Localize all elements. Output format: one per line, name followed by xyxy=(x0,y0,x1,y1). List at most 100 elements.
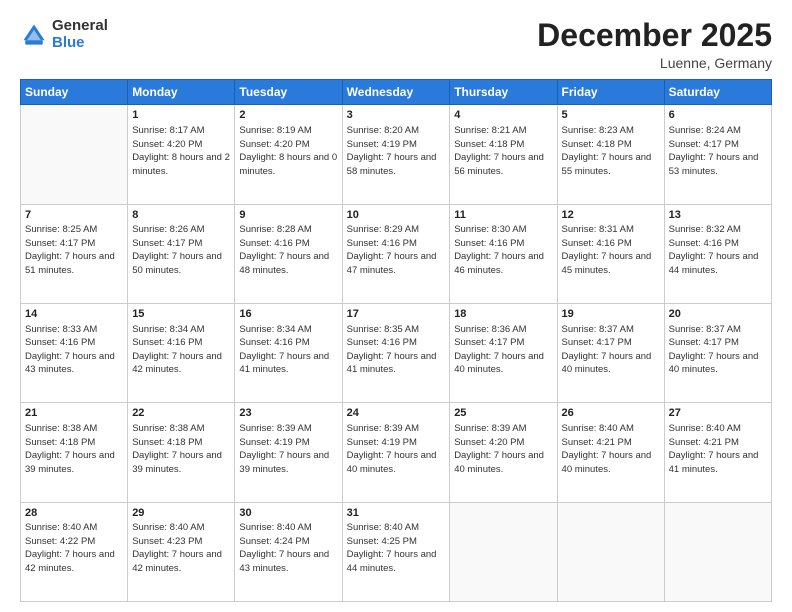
logo: General Blue xyxy=(20,18,108,51)
day-info: Sunrise: 8:40 AMSunset: 4:21 PMDaylight:… xyxy=(562,423,652,475)
day-info: Sunrise: 8:35 AMSunset: 4:16 PMDaylight:… xyxy=(347,324,437,376)
day-info: Sunrise: 8:40 AMSunset: 4:22 PMDaylight:… xyxy=(25,522,115,574)
day-header-tuesday: Tuesday xyxy=(235,80,342,105)
day-cell: 30Sunrise: 8:40 AMSunset: 4:24 PMDayligh… xyxy=(235,502,342,601)
day-info: Sunrise: 8:39 AMSunset: 4:19 PMDaylight:… xyxy=(239,423,329,475)
day-info: Sunrise: 8:17 AMSunset: 4:20 PMDaylight:… xyxy=(132,125,230,177)
day-number: 20 xyxy=(669,307,767,322)
day-info: Sunrise: 8:25 AMSunset: 4:17 PMDaylight:… xyxy=(25,224,115,276)
day-cell: 10Sunrise: 8:29 AMSunset: 4:16 PMDayligh… xyxy=(342,204,450,303)
day-number: 21 xyxy=(25,406,123,421)
day-cell: 9Sunrise: 8:28 AMSunset: 4:16 PMDaylight… xyxy=(235,204,342,303)
day-number: 25 xyxy=(454,406,552,421)
day-number: 23 xyxy=(239,406,337,421)
day-header-friday: Friday xyxy=(557,80,664,105)
day-info: Sunrise: 8:40 AMSunset: 4:21 PMDaylight:… xyxy=(669,423,759,475)
day-cell: 24 Sunrise: 8:39 AMSunset: 4:19 PMDayligh… xyxy=(342,403,450,502)
day-cell: 17 Sunrise: 8:35 AMSunset: 4:16 PMDayligh… xyxy=(342,303,450,402)
day-number: 4 xyxy=(454,108,552,123)
day-cell: 31Sunrise: 8:40 AMSunset: 4:25 PMDayligh… xyxy=(342,502,450,601)
day-cell: 18 Sunrise: 8:36 AMSunset: 4:17 PMDayligh… xyxy=(450,303,557,402)
day-info: Sunrise: 8:30 AMSunset: 4:16 PMDaylight:… xyxy=(454,224,544,276)
day-cell: 27Sunrise: 8:40 AMSunset: 4:21 PMDayligh… xyxy=(664,403,771,502)
day-number: 12 xyxy=(562,208,660,223)
day-cell: 22 Sunrise: 8:38 AMSunset: 4:18 PMDayligh… xyxy=(128,403,235,502)
day-number: 6 xyxy=(669,108,767,123)
day-info: Sunrise: 8:26 AMSunset: 4:17 PMDaylight:… xyxy=(132,224,222,276)
logo-blue: Blue xyxy=(52,34,85,51)
day-info: Sunrise: 8:40 AMSunset: 4:23 PMDaylight:… xyxy=(132,522,222,574)
day-info: Sunrise: 8:34 AMSunset: 4:16 PMDaylight:… xyxy=(239,324,329,376)
day-cell: 28Sunrise: 8:40 AMSunset: 4:22 PMDayligh… xyxy=(21,502,128,601)
calendar-page: General Blue December 2025 Luenne, Germa… xyxy=(0,0,792,612)
calendar-table: SundayMondayTuesdayWednesdayThursdayFrid… xyxy=(20,79,772,602)
day-info: Sunrise: 8:29 AMSunset: 4:16 PMDaylight:… xyxy=(347,224,437,276)
day-number: 22 xyxy=(132,406,230,421)
day-info: Sunrise: 8:40 AMSunset: 4:24 PMDaylight:… xyxy=(239,522,329,574)
month-title: December 2025 xyxy=(537,18,772,53)
logo-text: General Blue xyxy=(52,18,108,51)
day-number: 8 xyxy=(132,208,230,223)
day-cell: 25Sunrise: 8:39 AMSunset: 4:20 PMDayligh… xyxy=(450,403,557,502)
title-block: December 2025 Luenne, Germany xyxy=(537,18,772,71)
header: General Blue December 2025 Luenne, Germa… xyxy=(20,18,772,71)
day-cell xyxy=(21,105,128,204)
week-row-4: 21 Sunrise: 8:38 AMSunset: 4:18 PMDayligh… xyxy=(21,403,772,502)
day-number: 26 xyxy=(562,406,660,421)
day-number: 18 xyxy=(454,307,552,322)
day-cell: 12Sunrise: 8:31 AMSunset: 4:16 PMDayligh… xyxy=(557,204,664,303)
day-info: Sunrise: 8:28 AMSunset: 4:16 PMDaylight:… xyxy=(239,224,329,276)
day-header-monday: Monday xyxy=(128,80,235,105)
day-cell: 4 Sunrise: 8:21 AMSunset: 4:18 PMDaylight… xyxy=(450,105,557,204)
day-cell: 3Sunrise: 8:20 AMSunset: 4:19 PMDaylight… xyxy=(342,105,450,204)
day-info: Sunrise: 8:38 AMSunset: 4:18 PMDaylight:… xyxy=(132,423,222,475)
day-info: Sunrise: 8:32 AMSunset: 4:16 PMDaylight:… xyxy=(669,224,759,276)
day-cell: 23 Sunrise: 8:39 AMSunset: 4:19 PMDayligh… xyxy=(235,403,342,502)
logo-general: General xyxy=(52,17,108,34)
day-cell: 5 Sunrise: 8:23 AMSunset: 4:18 PMDaylight… xyxy=(557,105,664,204)
day-cell: 26 Sunrise: 8:40 AMSunset: 4:21 PMDayligh… xyxy=(557,403,664,502)
day-cell: 20Sunrise: 8:37 AMSunset: 4:17 PMDayligh… xyxy=(664,303,771,402)
day-number: 24 xyxy=(347,406,446,421)
day-info: Sunrise: 8:24 AMSunset: 4:17 PMDaylight:… xyxy=(669,125,759,177)
week-row-5: 28Sunrise: 8:40 AMSunset: 4:22 PMDayligh… xyxy=(21,502,772,601)
day-number: 10 xyxy=(347,208,446,223)
day-info: Sunrise: 8:23 AMSunset: 4:18 PMDaylight:… xyxy=(562,125,652,177)
week-row-2: 7Sunrise: 8:25 AMSunset: 4:17 PMDaylight… xyxy=(21,204,772,303)
logo-icon xyxy=(20,21,48,49)
day-cell: 15 Sunrise: 8:34 AMSunset: 4:16 PMDayligh… xyxy=(128,303,235,402)
day-number: 5 xyxy=(562,108,660,123)
day-number: 14 xyxy=(25,307,123,322)
day-cell: 21Sunrise: 8:38 AMSunset: 4:18 PMDayligh… xyxy=(21,403,128,502)
day-info: Sunrise: 8:39 AMSunset: 4:19 PMDaylight:… xyxy=(347,423,437,475)
day-info: Sunrise: 8:37 AMSunset: 4:17 PMDaylight:… xyxy=(562,324,652,376)
day-number: 31 xyxy=(347,506,446,521)
day-cell: 1Sunrise: 8:17 AMSunset: 4:20 PMDaylight… xyxy=(128,105,235,204)
day-cell: 29Sunrise: 8:40 AMSunset: 4:23 PMDayligh… xyxy=(128,502,235,601)
day-number: 15 xyxy=(132,307,230,322)
day-number: 17 xyxy=(347,307,446,322)
week-row-1: 1Sunrise: 8:17 AMSunset: 4:20 PMDaylight… xyxy=(21,105,772,204)
day-header-thursday: Thursday xyxy=(450,80,557,105)
week-row-3: 14 Sunrise: 8:33 AMSunset: 4:16 PMDayligh… xyxy=(21,303,772,402)
day-info: Sunrise: 8:36 AMSunset: 4:17 PMDaylight:… xyxy=(454,324,544,376)
day-info: Sunrise: 8:33 AMSunset: 4:16 PMDaylight:… xyxy=(25,324,115,376)
day-info: Sunrise: 8:19 AMSunset: 4:20 PMDaylight:… xyxy=(239,125,337,177)
day-cell: 16Sunrise: 8:34 AMSunset: 4:16 PMDayligh… xyxy=(235,303,342,402)
day-cell xyxy=(450,502,557,601)
day-cell: 7Sunrise: 8:25 AMSunset: 4:17 PMDaylight… xyxy=(21,204,128,303)
day-cell: 19 Sunrise: 8:37 AMSunset: 4:17 PMDayligh… xyxy=(557,303,664,402)
day-info: Sunrise: 8:34 AMSunset: 4:16 PMDaylight:… xyxy=(132,324,222,376)
day-info: Sunrise: 8:40 AMSunset: 4:25 PMDaylight:… xyxy=(347,522,437,574)
day-number: 7 xyxy=(25,208,123,223)
day-cell: 2Sunrise: 8:19 AMSunset: 4:20 PMDaylight… xyxy=(235,105,342,204)
day-info: Sunrise: 8:21 AMSunset: 4:18 PMDaylight:… xyxy=(454,125,544,177)
day-header-saturday: Saturday xyxy=(664,80,771,105)
day-number: 19 xyxy=(562,307,660,322)
header-row: SundayMondayTuesdayWednesdayThursdayFrid… xyxy=(21,80,772,105)
day-number: 13 xyxy=(669,208,767,223)
day-cell xyxy=(664,502,771,601)
day-cell: 11Sunrise: 8:30 AMSunset: 4:16 PMDayligh… xyxy=(450,204,557,303)
day-number: 3 xyxy=(347,108,446,123)
day-number: 29 xyxy=(132,506,230,521)
